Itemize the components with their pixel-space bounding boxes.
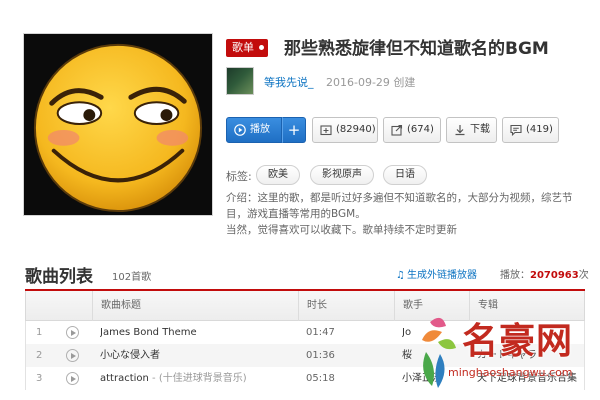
creator-avatar[interactable] [226, 67, 254, 95]
column-header-title: 歌曲标题 [92, 291, 141, 321]
tag-chip[interactable]: 日语 [383, 165, 427, 185]
row-index: 1 [36, 327, 43, 338]
row-index: 3 [36, 373, 43, 384]
favorite-count: (82940) [336, 124, 376, 135]
description-line: 当然，觉得喜欢可以收藏下。歌单持续不定时更新 [226, 224, 457, 236]
song-duration: 01:47 [306, 327, 335, 338]
download-label: 下载 [470, 124, 490, 135]
music-note-icon: ♫ [396, 270, 405, 281]
tag-chip[interactable]: 欧美 [256, 165, 300, 185]
song-duration: 01:36 [306, 350, 335, 361]
tag-chip[interactable]: 影视原声 [310, 165, 374, 185]
songlist-count: 102首歌 [112, 272, 152, 283]
comment-button[interactable]: (419) [502, 117, 559, 143]
add-to-playlist-button[interactable]: + [282, 117, 306, 143]
comment-icon [510, 124, 522, 136]
watermark-url: minghaoshangwu.com [448, 366, 573, 379]
play-count: 播放：2070963次 [500, 266, 589, 281]
play-circle-icon[interactable] [66, 326, 79, 339]
external-player-label: 生成外链播放器 [406, 270, 477, 281]
playlist-title: 那些熟悉旋律但不知道歌名的BGM [284, 39, 549, 59]
share-button[interactable]: (674) [383, 117, 441, 143]
favorite-button[interactable]: (82940) [312, 117, 378, 143]
songlist-title: 歌曲列表 [25, 267, 93, 287]
row-index: 2 [36, 350, 43, 361]
watermark-logo-icon [422, 317, 456, 388]
song-title[interactable]: 小心な侵入者 [100, 344, 300, 367]
song-title[interactable]: James Bond Theme [100, 321, 300, 344]
song-title-text: attraction [100, 373, 149, 384]
comment-count: (419) [526, 124, 553, 135]
folder-plus-icon [320, 125, 332, 136]
column-header-duration: 时长 [298, 291, 327, 321]
play-circle-icon [234, 124, 246, 136]
playlist-header: 歌单 那些熟悉旋律但不知道歌名的BGM [226, 36, 586, 62]
download-icon [455, 125, 465, 136]
play-circle-icon[interactable] [66, 349, 79, 362]
playlist-cover [23, 33, 213, 216]
song-duration: 05:18 [306, 373, 335, 384]
song-title-text: 小心な侵入者 [100, 350, 160, 361]
external-player-link[interactable]: ♫ 生成外链播放器 [396, 266, 477, 281]
watermark: 名豪网 minghaoshangwu.com [412, 312, 600, 400]
share-count: (674) [407, 124, 434, 135]
created-date: 2016-09-29 创建 [326, 76, 416, 89]
song-subtitle: - (十佳进球背景音乐) [148, 373, 247, 384]
play-circle-icon[interactable] [66, 372, 79, 385]
play-count-unit: 次 [578, 270, 589, 281]
description-line: 目，游戏直播等常用的BGM。 [226, 208, 366, 220]
play-count-value: 2070963 [530, 270, 579, 281]
play-button-label: 播放 [250, 124, 270, 135]
watermark-text: 名豪网 [462, 321, 574, 362]
song-title-text: James Bond Theme [100, 327, 197, 338]
song-title[interactable]: attraction - (十佳进球背景音乐) [100, 367, 300, 390]
creator-name-link[interactable]: 等我先说_ [264, 74, 314, 90]
play-button[interactable]: 播放 [226, 117, 282, 143]
playlist-description: 介绍：这里的歌，都是听过好多遍但不知道歌名的，大部分为视频，综艺节 目，游戏直播… [226, 190, 586, 238]
play-count-label: 播放： [500, 270, 530, 281]
smiley-cover-image [24, 34, 212, 215]
download-button[interactable]: 下载 [446, 117, 497, 143]
share-icon [391, 124, 403, 136]
tags-label: 标签: [226, 170, 252, 183]
description-line: 介绍：这里的歌，都是听过好多遍但不知道歌名的，大部分为视频，综艺节 [226, 192, 573, 204]
playlist-badge: 歌单 [226, 39, 268, 57]
